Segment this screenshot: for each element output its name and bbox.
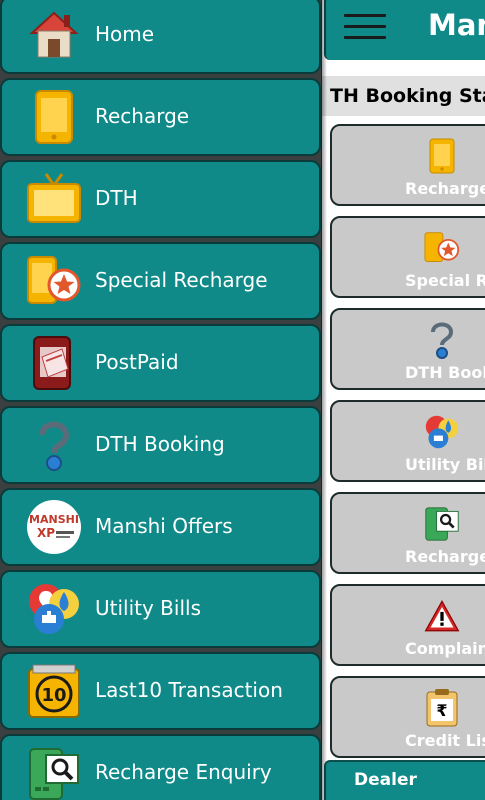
drawer-item-postpaid[interactable]: PostPaid [0,324,321,402]
drawer-item-dth-booking[interactable]: DTH Booking [0,406,321,484]
bottom-bar-label: Dealer [354,770,417,790]
drawer-item-label: Manshi Offers [95,514,233,538]
app-toolbar: Mansh [324,0,485,60]
svg-text:₹: ₹ [436,701,447,720]
tile-utility-bills[interactable]: Utility Bills [330,400,485,482]
drawer-item-label: DTH Booking [95,432,225,456]
tile-complaint[interactable]: Complaint [330,584,485,666]
manshi-xp-logo-icon: MANSHI XP [26,499,82,555]
drawer-item-label: Home [95,22,155,46]
drawer-item-label: Special Recharge [95,268,268,292]
svg-text:10: 10 [41,685,66,706]
drawer-item-manshi-offers[interactable]: MANSHI XP Manshi Offers [0,488,321,566]
warning-icon [424,598,460,634]
tile-label: Complaint [405,639,485,658]
drawer-item-label: Last10 Transaction [95,678,283,702]
tile-label: Recharge Enq [405,547,485,566]
credit-list-icon: ₹ [424,689,460,727]
tile-label: Credit List [405,731,485,750]
menu-icon[interactable] [344,14,386,44]
tile-dth-booking[interactable]: DTH Bookin [330,308,485,390]
drawer-item-special-recharge[interactable]: Special Recharge [0,242,321,320]
drawer-item-label: Utility Bills [95,596,201,620]
drawer-shadow [321,0,327,800]
dth-booking-icon [424,322,460,359]
recharge-enquiry-icon [424,506,460,542]
svg-text:MANSHI: MANSHI [29,513,79,526]
drawer-item-home[interactable]: Home [0,0,321,74]
tile-label: Utility Bills [405,455,485,474]
tile-label: Recharge [405,179,485,198]
svg-text:XP: XP [37,526,55,540]
drawer-item-recharge[interactable]: Recharge [0,78,321,156]
tile-recharge[interactable]: Recharge [330,124,485,206]
tile-label: DTH Bookin [405,363,485,382]
utility-bills-icon [424,414,460,450]
app-title: Mansh [428,8,485,42]
drawer-item-label: Recharge [95,104,190,128]
special-recharge-icon [26,253,82,309]
drawer-item-last10-transaction[interactable]: 10 Last10 Transaction [0,652,321,730]
drawer-item-label: Recharge Enquiry [95,760,272,784]
drawer-item-label: PostPaid [95,350,179,374]
navigation-drawer: Home Recharge DTH Special Recharge PostP… [0,0,322,800]
tile-label: Special Recha [405,271,485,290]
house-icon [26,7,82,63]
last10-icon: 10 [26,663,82,719]
special-recharge-icon [424,230,460,266]
tv-icon [26,171,82,227]
tile-credit-list[interactable]: ₹ Credit List [330,676,485,758]
postpaid-icon [26,335,82,391]
marquee-banner: TH Booking Star [320,76,485,116]
tile-special-recharge[interactable]: Special Recha [330,216,485,298]
marquee-text: TH Booking Star [330,85,485,107]
drawer-item-recharge-enquiry[interactable]: Recharge Enquiry [0,734,321,800]
phone-icon [26,89,82,145]
drawer-item-utility-bills[interactable]: Utility Bills [0,570,321,648]
recharge-enquiry-icon [26,745,82,800]
dth-booking-icon [26,417,82,473]
tile-recharge-enquiry[interactable]: Recharge Enq [330,492,485,574]
bottom-bar[interactable]: Dealer [324,760,485,800]
drawer-item-dth[interactable]: DTH [0,160,321,238]
phone-icon [424,138,460,174]
main-screen: Mansh TH Booking Star Recharge Special R… [320,0,485,800]
utility-bills-icon [26,581,82,637]
drawer-item-label: DTH [95,186,138,210]
